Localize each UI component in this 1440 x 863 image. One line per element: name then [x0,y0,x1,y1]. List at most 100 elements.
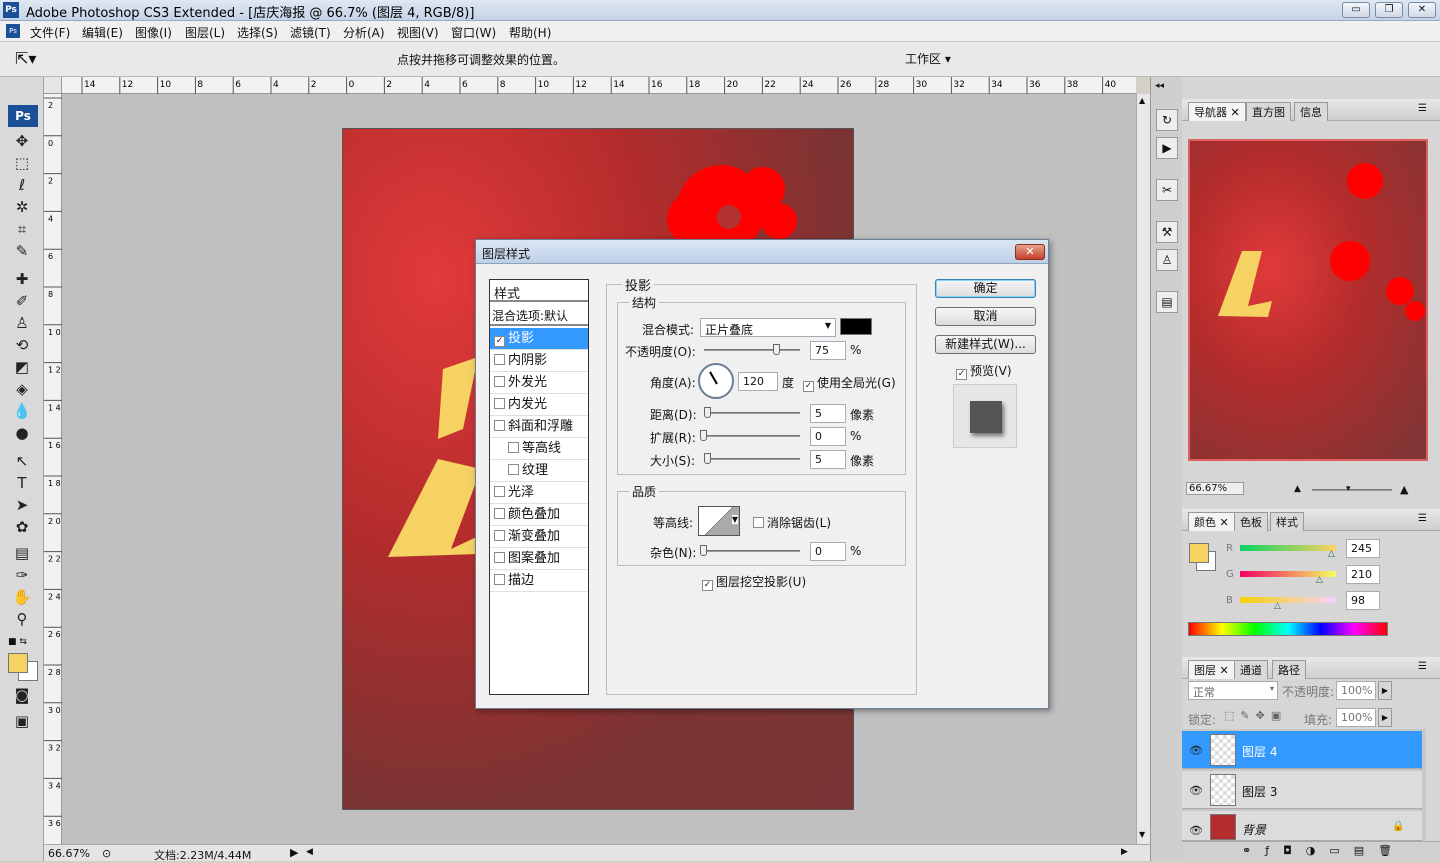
opacity-slider[interactable] [704,349,800,351]
eyedropper-tool-icon[interactable]: ✑ [8,565,36,585]
checkbox-icon[interactable] [494,508,505,519]
stamp-tool-icon[interactable]: ♙ [8,313,36,333]
menu-analysis[interactable]: 分析(A) [343,24,385,41]
layer-row[interactable]: 👁 背景 🔒 [1182,811,1422,841]
history-brush-tool-icon[interactable]: ⟲ [8,335,36,355]
style-item[interactable]: 内阴影 [490,350,588,372]
tab-color[interactable]: 颜色 ✕ [1188,512,1235,531]
minimize-button[interactable]: ▭ [1342,2,1370,18]
global-light-checkbox[interactable]: ✓ 使用全局光(G) [803,374,896,392]
checkbox-icon[interactable] [494,486,505,497]
checkbox-checked-icon[interactable]: ✓ [956,369,967,380]
r-slider[interactable] [1240,545,1336,551]
blend-options-item[interactable]: 混合选项:默认 [490,304,588,326]
antialias-checkbox[interactable]: 消除锯齿(L) [753,514,831,531]
panel-menu-icon[interactable]: ☰ [1418,103,1427,114]
tab-layers[interactable]: 图层 ✕ [1188,660,1235,679]
b-slider[interactable] [1240,597,1336,603]
tab-info[interactable]: 信息 [1294,102,1328,121]
dialog-close-button[interactable]: ✕ [1015,244,1045,260]
spread-slider-thumb[interactable] [700,430,707,441]
ok-button[interactable]: 确定 [935,279,1036,298]
g-slider-thumb[interactable]: △ [1316,575,1323,585]
layer-row[interactable]: 👁 图层 3 [1182,771,1422,809]
color-ramp[interactable] [1188,622,1388,636]
fill-arrow-icon[interactable]: ▶ [1378,708,1392,727]
status-icon[interactable]: ⊙ [102,847,111,860]
lasso-tool-icon[interactable]: ℓ [8,175,36,195]
layers-footer-icons[interactable]: ⚭ƒ◘◑▭▤🗑 [1182,841,1440,861]
layer-name[interactable]: 背景 [1242,821,1266,838]
fg-swatch[interactable] [1189,543,1209,563]
style-item[interactable]: 光泽 [490,482,588,504]
magic-wand-tool-icon[interactable]: ✲ [8,197,36,217]
style-item[interactable]: 内发光 [490,394,588,416]
zoom-slider[interactable] [1312,489,1392,491]
hand-tool-icon[interactable]: ✋ [8,587,36,607]
quick-mask-icon[interactable]: ◙ [8,685,36,705]
preview-checkbox[interactable]: ✓ 预览(V) [956,362,1012,380]
style-item[interactable]: 斜面和浮雕 [490,416,588,438]
zoom-tool-icon[interactable]: ⚲ [8,609,36,629]
style-item[interactable]: 渐变叠加 [490,526,588,548]
healing-tool-icon[interactable]: ✚ [8,269,36,289]
panel-menu-icon[interactable]: ☰ [1418,661,1427,672]
checkbox-icon[interactable] [494,398,505,409]
opacity-arrow-icon[interactable]: ▶ [1378,681,1392,700]
b-slider-thumb[interactable]: △ [1274,601,1281,611]
brushes-panel-icon[interactable]: ⚒ [1156,221,1178,243]
bucket-tool-icon[interactable]: ◈ [8,379,36,399]
tab-histogram[interactable]: 直方图 [1246,102,1291,121]
menu-file[interactable]: 文件(F) [30,24,70,41]
panel-menu-icon[interactable]: ☰ [1418,513,1427,524]
checkbox-icon[interactable] [494,376,505,387]
distance-slider[interactable] [704,412,800,414]
distance-slider-thumb[interactable] [704,407,711,418]
blend-mode-select[interactable]: 正常 ▾ [1188,681,1278,700]
foreground-color-swatch[interactable] [8,653,28,673]
workspace-button[interactable]: 工作区 ▾ [905,50,951,67]
style-item[interactable]: 等高线 [490,438,588,460]
spread-field[interactable]: 0 [810,427,846,446]
tab-navigator[interactable]: 导航器 ✕ [1188,102,1246,121]
checkbox-icon[interactable] [494,530,505,541]
navigator-zoom[interactable]: 66.67% [1186,482,1244,495]
history-panel-icon[interactable]: ↻ [1156,109,1178,131]
noise-field[interactable]: 0 [810,542,846,561]
checkbox-checked-icon[interactable]: ✓ [702,580,713,591]
zoom-out-icon[interactable]: ▲ [1294,484,1301,494]
size-slider[interactable] [704,458,800,460]
marquee-tool-icon[interactable]: ⬚ [8,153,36,173]
checkbox-checked-icon[interactable]: ✓ [494,336,505,347]
lock-icons[interactable]: ⬚✎✥▣ [1224,709,1287,722]
tab-styles[interactable]: 样式 [1270,512,1304,531]
layer-comps-icon[interactable]: ▤ [1156,291,1178,313]
slice-tool-icon[interactable]: ✎ [8,241,36,261]
checkbox-checked-icon[interactable]: ✓ [803,381,814,392]
b-field[interactable]: 98 [1346,591,1380,610]
tool-presets-icon[interactable]: ✂ [1156,179,1178,201]
scroll-up-icon[interactable]: ▲ [1139,96,1145,105]
path-select-tool-icon[interactable]: ↖ [8,451,36,471]
menu-edit[interactable]: 编辑(E) [82,24,123,41]
styles-header[interactable]: 样式 [490,280,588,302]
crop-tool-icon[interactable]: ⌗ [8,219,36,239]
g-field[interactable]: 210 [1346,565,1380,584]
notes-tool-icon[interactable]: ▤ [8,543,36,563]
spread-slider[interactable] [700,435,800,437]
menu-filter[interactable]: 滤镜(T) [290,24,331,41]
brush-tool-icon[interactable]: ✐ [8,291,36,311]
style-item[interactable]: 纹理 [490,460,588,482]
style-item[interactable]: ✓ 投影 [490,328,588,350]
collapse-icon[interactable]: ◂◂ [1155,81,1164,91]
doc-icon[interactable]: Ps [6,24,20,38]
fill-field[interactable]: 100% [1336,708,1376,727]
distance-field[interactable]: 5 [810,404,846,423]
checkbox-icon[interactable] [753,517,764,528]
checkbox-icon[interactable] [494,354,505,365]
screen-mode-icon[interactable]: ▣ [8,711,36,731]
menu-image[interactable]: 图像(I) [135,24,172,41]
r-slider-thumb[interactable]: △ [1328,549,1335,559]
menu-window[interactable]: 窗口(W) [451,24,496,41]
visibility-eye-icon[interactable]: 👁 [1189,744,1203,757]
